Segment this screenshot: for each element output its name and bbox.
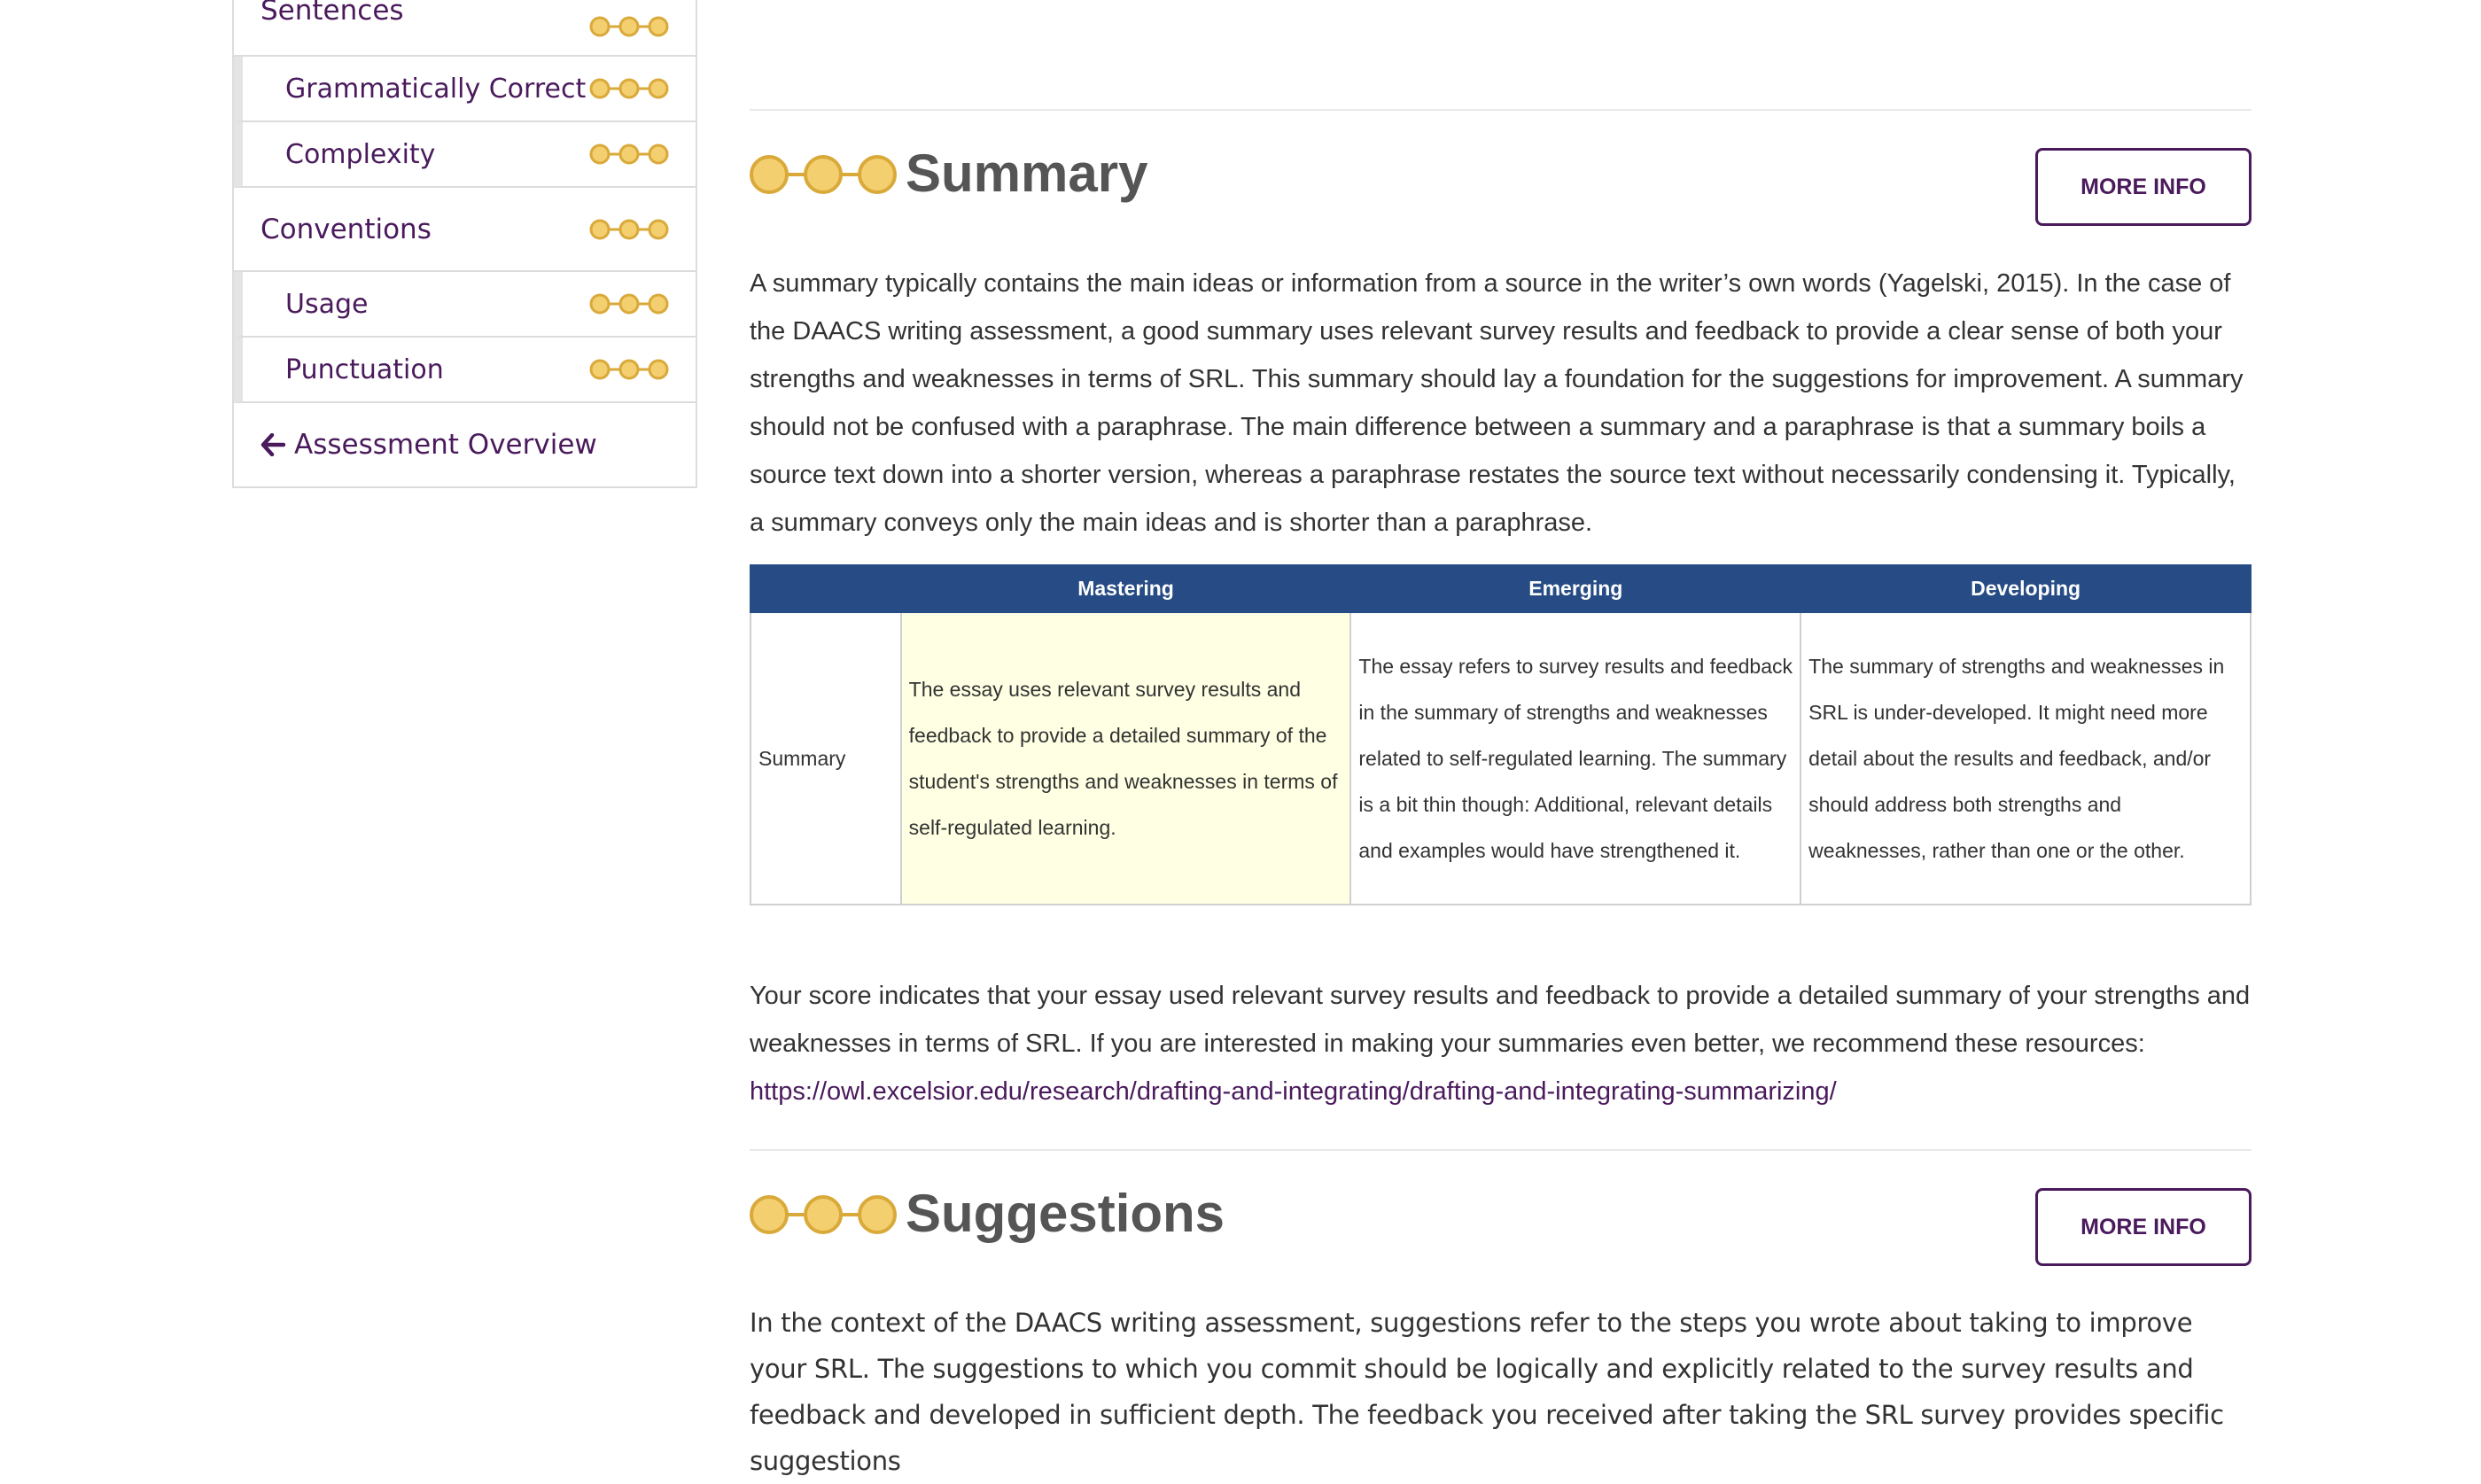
suggestions-more-info-button[interactable]: MORE INFO (2035, 1188, 2252, 1266)
three-dots-mastery-icon (589, 293, 669, 315)
three-dots-mastery-icon (589, 359, 669, 380)
rubric-header-emerging: Emerging (1349, 564, 1802, 613)
sidebar-item-label: Usage (285, 288, 369, 320)
three-dots-mastery-icon (750, 155, 897, 194)
table-row: Summary The essay uses relevant survey r… (750, 611, 2252, 905)
summary-rubric-table: Mastering Emerging Developing Summary Th… (750, 564, 2252, 905)
summary-more-info-button[interactable]: MORE INFO (2035, 148, 2252, 226)
three-dots-mastery-icon (589, 16, 669, 37)
arrow-left-icon (261, 433, 285, 456)
rubric-cell-developing: The summary of strengths and weaknesses … (1800, 611, 2252, 905)
suggestions-title: Suggestions (906, 1184, 1225, 1243)
sidebar-item-conventions[interactable]: Conventions (234, 188, 696, 272)
three-dots-mastery-icon (589, 219, 669, 239)
rubric-header-row: Mastering Emerging Developing (750, 564, 2252, 613)
sidebar-item-label: Complexity (285, 138, 436, 170)
rubric-header-mastering: Mastering (899, 564, 1352, 613)
section-divider (750, 109, 2252, 111)
three-dots-mastery-icon (750, 1195, 897, 1234)
sidebar-item-sentences[interactable]: Sentences (234, 0, 696, 57)
rubric-header-developing: Developing (1800, 564, 2252, 613)
summary-score-sentence: Your score indicates that your essay use… (750, 982, 2251, 1058)
three-dots-mastery-icon (589, 144, 669, 165)
sidebar-item-label: Conventions (261, 213, 432, 245)
summarizing-resource-link[interactable]: https://owl.excelsior.edu/research/draft… (750, 1077, 1837, 1106)
summary-score-text: Your score indicates that your essay use… (750, 972, 2256, 1115)
suggestions-section-header: Suggestions MORE INFO (750, 1184, 2252, 1268)
sidebar-item-label: Grammatically Correct (285, 73, 587, 105)
rubric-cell-emerging: The essay refers to survey results and f… (1349, 611, 1802, 905)
rubric-header-blank (750, 564, 902, 613)
section-divider (750, 1149, 2252, 1151)
rubric-cell-mastering: The essay uses relevant survey results a… (899, 611, 1352, 905)
sidebar-item-complexity[interactable]: Complexity (234, 122, 696, 188)
rubric-row-label: Summary (750, 611, 902, 905)
sidebar-item-label: Punctuation (285, 354, 444, 385)
three-dots-mastery-icon (589, 78, 669, 99)
suggestions-intro-text: In the context of the DAACS writing asse… (750, 1308, 2224, 1476)
summary-section-header: Summary MORE INFO (750, 144, 2252, 228)
assessment-overview-link[interactable]: Assessment Overview (234, 403, 696, 486)
sidebar-item-grammatically-correct[interactable]: Grammatically Correct (234, 57, 696, 122)
sidebar-item-label: Sentences (261, 0, 404, 27)
assessment-overview-label: Assessment Overview (294, 429, 597, 461)
sidebar-item-usage[interactable]: Usage (234, 272, 696, 338)
sidebar-item-punctuation[interactable]: Punctuation (234, 338, 696, 403)
summary-title: Summary (906, 144, 1148, 203)
sidebar-nav: Sentences Grammatically Correct Complexi… (232, 0, 697, 488)
summary-intro-text: A summary typically contains the main id… (750, 269, 2244, 537)
